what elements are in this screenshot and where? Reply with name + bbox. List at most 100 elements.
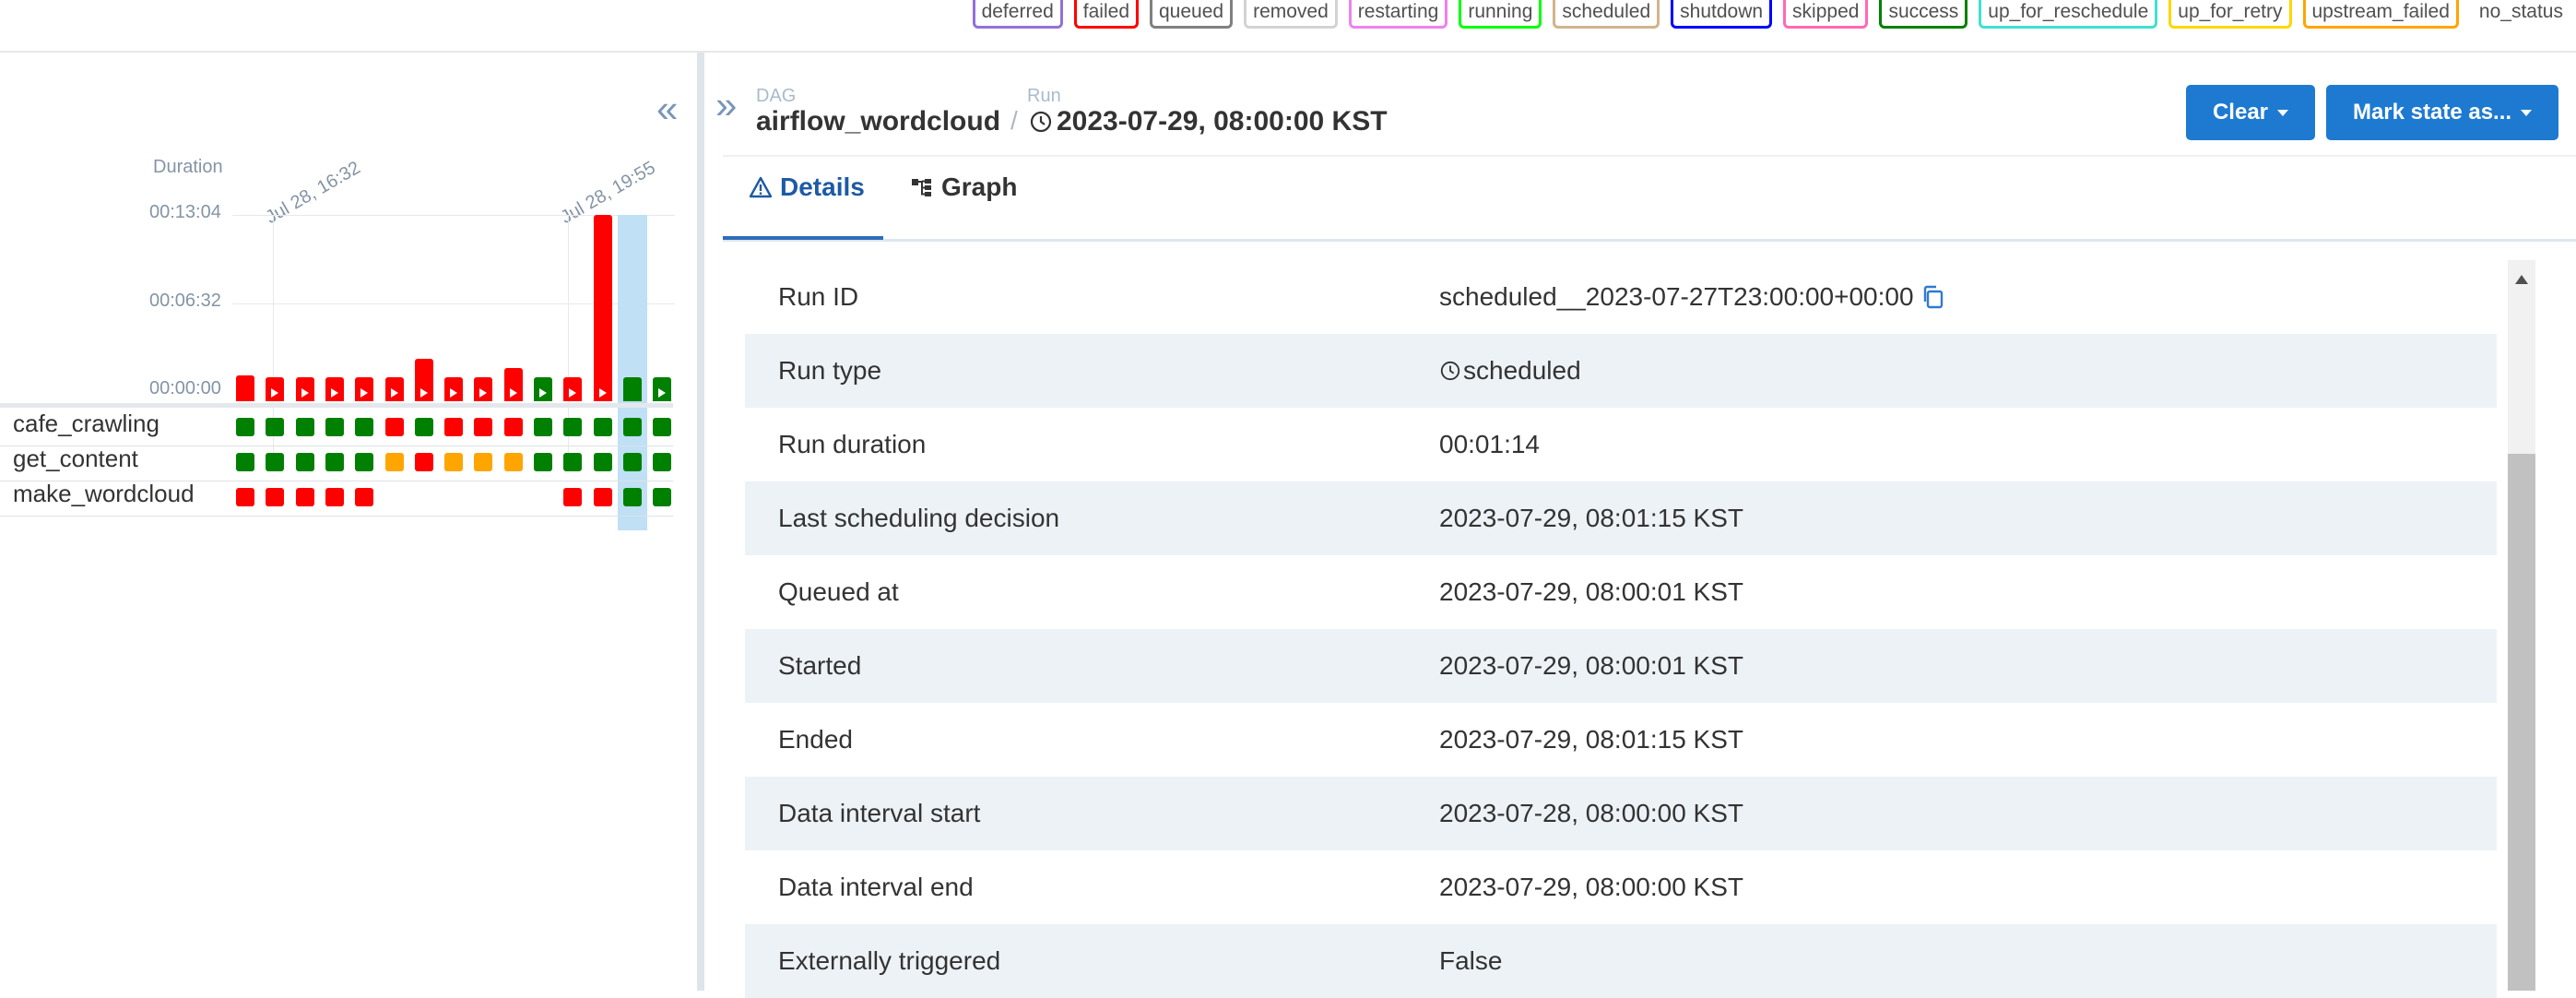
task-instance-square[interactable]	[236, 488, 254, 506]
task-instance-square[interactable]	[534, 453, 552, 471]
task-instance-square[interactable]	[563, 453, 583, 471]
task-instance-square[interactable]	[534, 418, 552, 436]
run-bar[interactable]	[414, 359, 433, 401]
task-instance-square[interactable]	[295, 488, 314, 506]
scrollbar-thumb[interactable]	[2508, 454, 2535, 991]
task-instance-square[interactable]	[414, 453, 433, 471]
run-type-value: scheduled	[1463, 356, 1581, 385]
legend-chip-restarting[interactable]: restarting	[1348, 0, 1448, 29]
copy-icon[interactable]	[1920, 283, 1947, 311]
task-name-get-content[interactable]: get_content	[13, 445, 138, 473]
task-instance-square[interactable]	[384, 418, 404, 436]
legend-chip-shutdown[interactable]: shutdown	[1671, 0, 1773, 29]
task-instance-square[interactable]	[653, 453, 672, 471]
legend-chip-up-for-retry[interactable]: up_for_retry	[2168, 0, 2292, 29]
task-instance-square[interactable]	[355, 453, 374, 471]
expand-grid-icon[interactable]: »	[715, 86, 737, 125]
legend-chip-skipped[interactable]: skipped	[1783, 0, 1869, 29]
legend-chip-upstream-failed[interactable]: upstream_failed	[2302, 0, 2459, 29]
task-instance-square[interactable]	[593, 488, 612, 506]
detail-key: Started	[778, 651, 862, 680]
task-name-cafe-crawling[interactable]: cafe_crawling	[13, 410, 160, 438]
run-bar[interactable]	[325, 377, 344, 401]
task-instance-square[interactable]	[355, 418, 374, 436]
task-instance-square[interactable]	[295, 418, 314, 436]
run-bar[interactable]	[593, 215, 612, 401]
task-instance-square[interactable]	[622, 418, 642, 436]
legend-chip-running[interactable]: running	[1459, 0, 1542, 29]
task-instance-square[interactable]	[474, 418, 493, 436]
caret-down-icon	[2277, 109, 2289, 116]
detail-value: 2023-07-28, 08:00:00 KST	[1439, 799, 1744, 827]
task-name-make-wordcloud[interactable]: make_wordcloud	[13, 480, 195, 508]
clear-button[interactable]: Clear	[2186, 85, 2315, 140]
run-bar[interactable]	[534, 377, 552, 401]
task-instance-square[interactable]	[474, 453, 493, 471]
run-bar[interactable]	[622, 377, 642, 401]
legend-chip-removed[interactable]: removed	[1244, 0, 1338, 29]
task-instance-square[interactable]	[384, 453, 404, 471]
breadcrumb-separator: /	[1010, 106, 1018, 135]
table-row: Queued at 2023-07-29, 08:00:01 KST	[745, 555, 2497, 629]
run-bar[interactable]	[563, 377, 583, 401]
tab-graph[interactable]: Graph	[910, 172, 1017, 202]
task-instance-square[interactable]	[653, 488, 672, 506]
table-row: Ended 2023-07-29, 08:01:15 KST	[745, 703, 2497, 777]
task-instance-square[interactable]	[236, 453, 254, 471]
run-bar[interactable]	[236, 375, 254, 401]
task-instance-square[interactable]	[593, 453, 612, 471]
detail-value: 2023-07-29, 08:00:00 KST	[1439, 873, 1744, 901]
task-instance-square[interactable]	[444, 418, 464, 436]
graph-icon	[912, 179, 931, 196]
task-instance-square[interactable]	[622, 453, 642, 471]
task-instance-square[interactable]	[266, 418, 285, 436]
task-instance-square[interactable]	[563, 488, 583, 506]
run-bar[interactable]	[295, 377, 314, 401]
task-instance-square[interactable]	[266, 488, 285, 506]
legend-chip-success[interactable]: success	[1879, 0, 1968, 29]
task-instance-square[interactable]	[325, 488, 344, 506]
task-instance-square[interactable]	[236, 418, 254, 436]
task-instance-square[interactable]	[444, 453, 464, 471]
task-instance-square[interactable]	[593, 418, 612, 436]
legend-chip-deferred[interactable]: deferred	[972, 0, 1063, 29]
legend-chip-up-for-reschedule[interactable]: up_for_reschedule	[1979, 0, 2158, 29]
dag-breadcrumb-link[interactable]: airflow_wordcloud	[756, 106, 1000, 137]
task-instance-square[interactable]	[653, 418, 672, 436]
task-instance-square[interactable]	[266, 453, 285, 471]
run-bar[interactable]	[503, 368, 523, 401]
task-instance-square[interactable]	[325, 418, 344, 436]
task-instance-square[interactable]	[295, 453, 314, 471]
task-instance-square[interactable]	[414, 418, 433, 436]
detail-value: 2023-07-29, 08:01:15 KST	[1439, 725, 1744, 754]
legend-chip-queued[interactable]: queued	[1150, 0, 1234, 29]
run-breadcrumb[interactable]: 2023-07-29, 08:00:00 KST	[1029, 106, 1388, 137]
task-instance-square[interactable]	[325, 453, 344, 471]
run-bar[interactable]	[444, 377, 464, 401]
legend-chip-failed[interactable]: failed	[1073, 0, 1139, 29]
task-instance-square[interactable]	[622, 488, 642, 506]
caret-down-icon	[2521, 109, 2533, 116]
run-bar[interactable]	[474, 377, 493, 401]
task-instance-square[interactable]	[503, 453, 523, 471]
dag-caption: DAG	[756, 86, 797, 106]
run-bar[interactable]	[384, 377, 404, 401]
run-bar[interactable]	[653, 377, 672, 401]
details-scrollbar[interactable]	[2508, 260, 2535, 991]
legend-chip-no-status[interactable]: no_status	[2469, 0, 2572, 29]
play-icon	[419, 388, 428, 398]
run-bar[interactable]	[266, 377, 285, 401]
legend-chip-scheduled[interactable]: scheduled	[1553, 0, 1660, 29]
scroll-up-icon[interactable]	[2515, 275, 2528, 284]
header-divider	[723, 155, 2576, 157]
task-instance-square[interactable]	[563, 418, 583, 436]
task-instance-square[interactable]	[503, 418, 523, 436]
panel-splitter[interactable]	[697, 53, 704, 991]
table-row: Data interval end 2023-07-29, 08:00:00 K…	[745, 850, 2497, 924]
run-bar[interactable]	[355, 377, 374, 401]
detail-key: Data interval start	[778, 799, 981, 827]
tab-details[interactable]: Details	[749, 172, 865, 202]
task-instance-square[interactable]	[355, 488, 374, 506]
mark-state-button[interactable]: Mark state as...	[2326, 85, 2558, 140]
selected-run-highlight	[617, 215, 647, 530]
